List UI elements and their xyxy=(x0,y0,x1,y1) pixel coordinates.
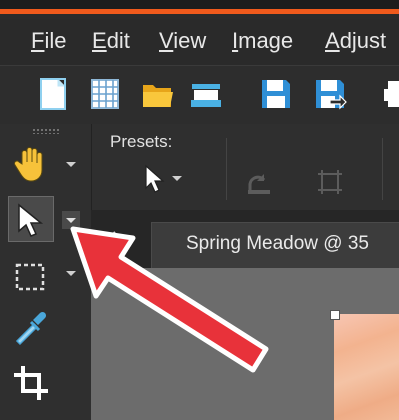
tools-panel xyxy=(0,124,91,420)
new-file-icon[interactable] xyxy=(34,76,70,112)
options-divider xyxy=(226,138,227,200)
save-icon[interactable] xyxy=(258,76,294,112)
title-bar xyxy=(0,0,399,14)
options-divider-2 xyxy=(382,138,383,200)
rotate-icon[interactable] xyxy=(242,166,274,198)
document-tab[interactable]: Spring Meadow @ 35 xyxy=(151,222,399,268)
pan-hand-icon[interactable] xyxy=(8,140,54,186)
menu-bar: File Edit View Image Adjust xyxy=(0,19,399,65)
pick-arrow-icon[interactable] xyxy=(8,196,54,242)
menu-file[interactable]: File xyxy=(31,28,66,54)
dropper-icon[interactable] xyxy=(8,306,54,352)
pick-flyout-chevron-icon[interactable] xyxy=(62,211,80,229)
save-as-icon[interactable] xyxy=(312,76,348,112)
panel-grip[interactable] xyxy=(32,128,60,134)
scanner-icon[interactable] xyxy=(188,76,224,112)
selection-flyout-chevron-icon[interactable] xyxy=(62,264,80,282)
presets-dropdown[interactable] xyxy=(140,160,192,198)
standard-toolbar xyxy=(0,65,399,125)
tabs-scroll-chevron-icon[interactable] xyxy=(101,228,123,250)
menu-image[interactable]: Image xyxy=(232,28,293,54)
menu-view[interactable]: View xyxy=(159,28,206,54)
print-icon[interactable] xyxy=(380,76,399,112)
menu-edit[interactable]: Edit xyxy=(92,28,130,54)
presets-label: Presets: xyxy=(110,132,173,151)
hand-flyout-chevron-icon[interactable] xyxy=(62,155,80,173)
canvas-workspace[interactable] xyxy=(91,268,399,420)
tool-options-bar: Presets: xyxy=(91,124,399,210)
canvas-image[interactable] xyxy=(334,314,399,420)
canvas-resize-handle[interactable] xyxy=(330,310,340,320)
menu-adjust[interactable]: Adjust xyxy=(325,28,386,54)
grid-icon[interactable] xyxy=(87,76,123,112)
crop-icon[interactable] xyxy=(8,360,54,406)
document-tabstrip: Spring Meadow @ 35 xyxy=(91,210,399,268)
selection-rectangle-icon[interactable] xyxy=(8,254,54,300)
document-tab-title: Spring Meadow @ 35 xyxy=(186,233,369,254)
transform-icon[interactable] xyxy=(314,166,346,198)
open-folder-icon[interactable] xyxy=(140,76,176,112)
